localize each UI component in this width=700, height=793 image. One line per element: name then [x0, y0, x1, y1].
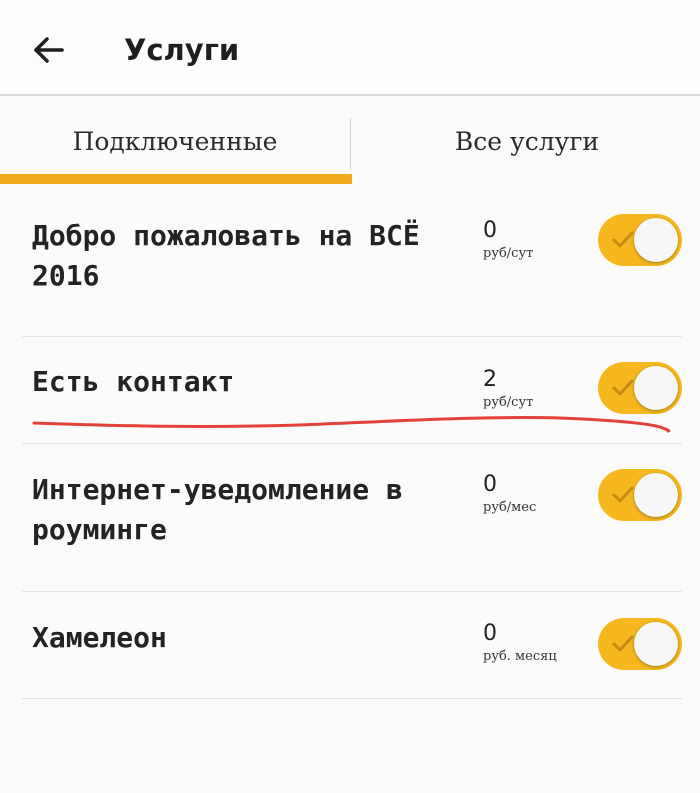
service-price: 2	[483, 367, 497, 392]
tab-all-services[interactable]: Все услуги	[352, 96, 700, 188]
tab-divider	[350, 118, 351, 170]
check-icon	[612, 231, 634, 248]
service-name-line: 2016	[32, 259, 100, 292]
service-row[interactable]: Интернет-уведомление в роуминге 0 руб/ме…	[0, 444, 700, 591]
service-price-unit: руб. месяц	[483, 649, 557, 664]
back-arrow-icon[interactable]	[28, 30, 68, 70]
service-price-unit: руб/сут	[483, 246, 534, 261]
service-name-line: Интернет-уведомление в	[32, 473, 403, 506]
service-name-line: роуминге	[32, 513, 167, 546]
service-name-line: Хамелеон	[32, 621, 167, 654]
service-row[interactable]: Хамелеон 0 руб. месяц	[0, 592, 700, 698]
service-name-line: Есть контакт	[32, 365, 235, 398]
check-icon	[612, 486, 634, 503]
service-row[interactable]: Есть контакт 2 руб/сут	[0, 337, 700, 443]
service-toggle[interactable]	[598, 469, 682, 521]
service-price-unit: руб/сут	[483, 395, 534, 410]
service-price: 0	[483, 472, 497, 497]
toggle-knob	[634, 218, 678, 262]
service-name: Есть контакт	[32, 362, 442, 402]
service-name: Добро пожаловать на ВСЁ 2016	[32, 216, 442, 296]
toggle-knob	[634, 473, 678, 517]
check-icon	[612, 635, 634, 652]
service-row[interactable]: Добро пожаловать на ВСЁ 2016 0 руб/сут	[0, 188, 700, 336]
service-name: Интернет-уведомление в роуминге	[32, 470, 442, 550]
app-bar: Услуги	[0, 0, 700, 96]
toggle-knob	[634, 366, 678, 410]
service-toggle[interactable]	[598, 618, 682, 670]
service-price: 0	[483, 218, 497, 243]
check-icon	[612, 379, 634, 396]
service-name-line: Добро пожаловать на ВСЁ	[32, 219, 420, 252]
toggle-knob	[634, 622, 678, 666]
page-title: Услуги	[124, 33, 240, 67]
service-price: 0	[483, 621, 497, 646]
active-tab-indicator	[0, 174, 352, 184]
tab-bar: Подключенные Все услуги	[0, 96, 700, 188]
service-name: Хамелеон	[32, 618, 442, 658]
service-price-unit: руб/мес	[483, 500, 537, 515]
service-toggle[interactable]	[598, 362, 682, 414]
service-toggle[interactable]	[598, 214, 682, 266]
row-divider	[22, 698, 682, 699]
